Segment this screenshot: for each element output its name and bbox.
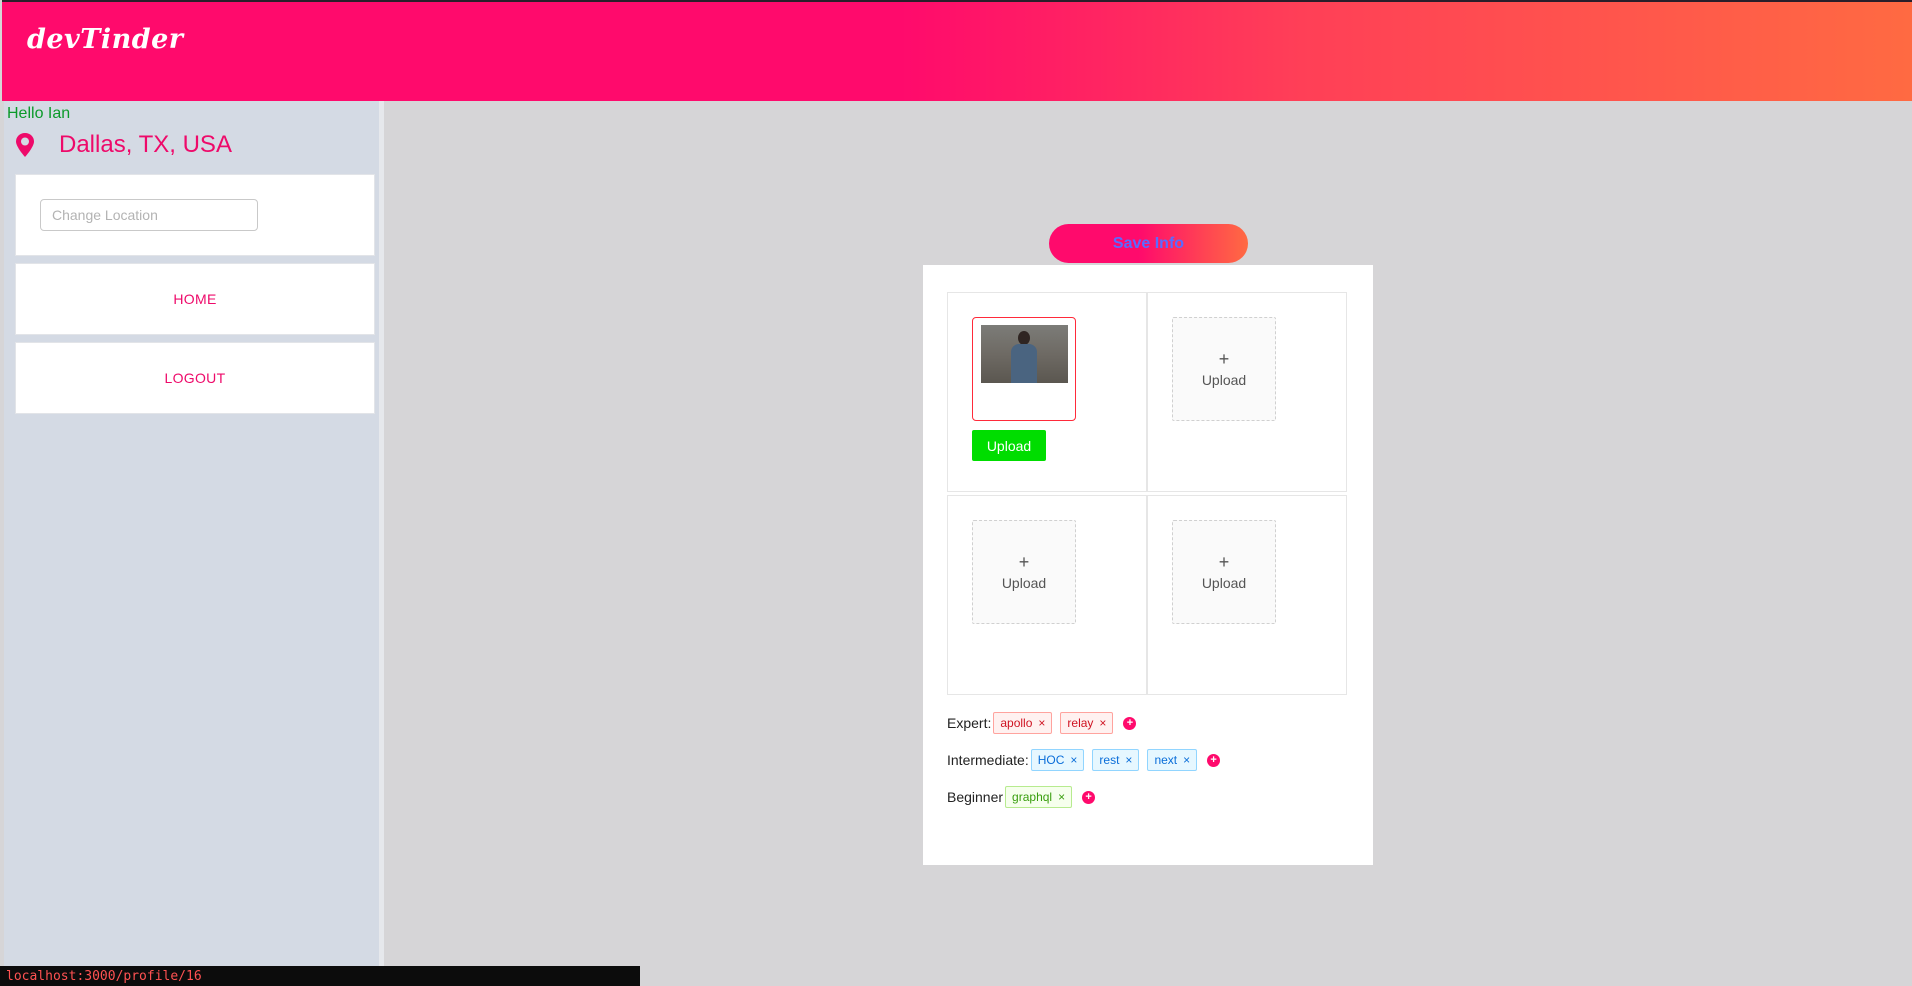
skill-tag-text: graphql — [1012, 790, 1053, 804]
close-icon[interactable]: × — [1125, 753, 1132, 767]
intermediate-label: Intermediate: — [947, 752, 1029, 768]
close-icon[interactable]: × — [1038, 716, 1045, 730]
sidebar: Hello Ian Dallas, TX, USA HOME LOGOUT — [4, 101, 384, 986]
photo-slot-4: + Upload — [1147, 495, 1347, 695]
logout-nav-card[interactable]: LOGOUT — [15, 342, 375, 414]
save-info-button[interactable]: Save Info — [1049, 224, 1248, 263]
change-location-card — [15, 174, 375, 256]
expert-skills-row: Expert: apollo × relay × + — [947, 712, 1137, 734]
app-header: devTinder — [2, 0, 1912, 101]
photo-preview[interactable] — [972, 317, 1076, 421]
close-icon[interactable]: × — [1183, 753, 1190, 767]
change-location-input[interactable] — [40, 199, 258, 231]
upload-dropzone[interactable]: + Upload — [1172, 520, 1276, 624]
beginner-label: Beginner — [947, 789, 1004, 805]
home-nav-card[interactable]: HOME — [15, 263, 375, 335]
skill-tag-text: next — [1154, 753, 1178, 767]
current-location: Dallas, TX, USA — [13, 131, 232, 159]
photo-slot-1: Upload — [947, 292, 1147, 492]
map-pin-icon — [16, 133, 34, 157]
photo-person-body — [1011, 344, 1037, 383]
close-icon[interactable]: × — [1070, 753, 1077, 767]
plus-icon: + — [1218, 552, 1230, 572]
home-link[interactable]: HOME — [16, 264, 374, 334]
skill-tag-text: relay — [1067, 716, 1094, 730]
upload-dropzone[interactable]: + Upload — [972, 520, 1076, 624]
greeting-text: Hello Ian — [7, 105, 71, 122]
logout-link[interactable]: LOGOUT — [16, 343, 374, 413]
skill-tag: rest × — [1092, 749, 1140, 771]
upload-dropzone[interactable]: + Upload — [1172, 317, 1276, 421]
plus-icon: + — [1218, 349, 1230, 369]
photo-person-head — [1018, 331, 1030, 345]
add-skill-icon[interactable]: + — [1207, 753, 1221, 767]
skill-tag: next × — [1147, 749, 1198, 771]
upload-button[interactable]: Upload — [972, 430, 1046, 461]
skill-tag-text: HOC — [1037, 753, 1065, 767]
upload-label: Upload — [1201, 575, 1247, 591]
beginner-skills-row: Beginner graphql × + — [947, 786, 1096, 808]
profile-photo — [981, 325, 1068, 383]
photo-slot-2: + Upload — [1147, 292, 1347, 492]
close-icon[interactable]: × — [1058, 790, 1065, 804]
photo-slot-3: + Upload — [947, 495, 1147, 695]
intermediate-skills-row: Intermediate: HOC × rest × next × + — [947, 749, 1221, 771]
skill-tag: HOC × — [1030, 749, 1085, 771]
expert-label: Expert: — [947, 715, 992, 731]
upload-label: Upload — [1201, 372, 1247, 388]
close-icon[interactable]: × — [1099, 716, 1106, 730]
upload-label: Upload — [1001, 575, 1047, 591]
plus-icon: + — [1018, 552, 1030, 572]
app-logo[interactable]: devTinder — [27, 24, 184, 55]
location-text: Dallas, TX, USA — [59, 131, 232, 158]
skill-tag: graphql × — [1005, 786, 1073, 808]
add-skill-icon[interactable]: + — [1082, 790, 1096, 804]
skill-tag-text: rest — [1099, 753, 1120, 767]
skill-tag-text: apollo — [1000, 716, 1033, 730]
browser-status-url: localhost:3000/profile/16 — [0, 966, 640, 986]
add-skill-icon[interactable]: + — [1123, 716, 1137, 730]
skill-tag: apollo × — [993, 712, 1053, 734]
skill-tag: relay × — [1060, 712, 1114, 734]
profile-edit-panel: Upload + Upload + Upload + Upload Expert… — [923, 265, 1373, 865]
